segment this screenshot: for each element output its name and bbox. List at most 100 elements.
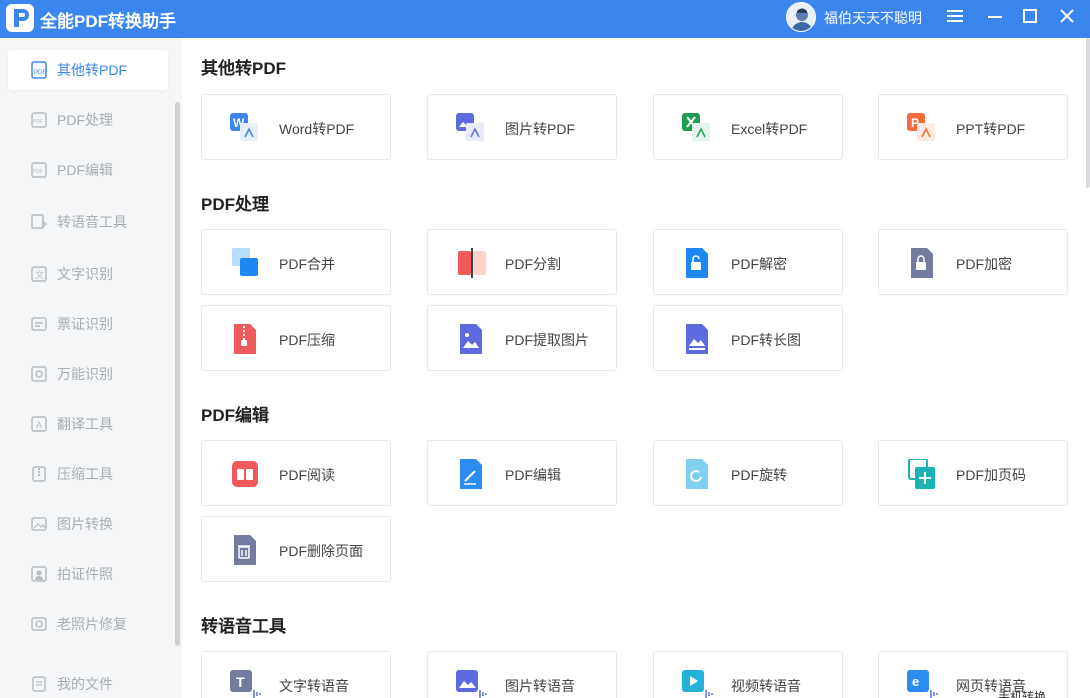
sidebar-item-other-to-pdf[interactable]: PDF 其他转PDF [8,50,168,90]
menu-icon[interactable] [940,4,970,28]
card-label: 文字转语音 [279,678,349,694]
ticket-ocr-icon [30,315,48,333]
svg-text:PDF: PDF [33,119,43,125]
sidebar-item-label: 老照片修复 [57,616,127,632]
card-label: Word转PDF [279,121,355,137]
card-label: PPT转PDF [956,121,1026,137]
sidebar-item-label: 拍证件照 [57,566,113,582]
card-label: PDF删除页面 [279,543,363,559]
split-icon [456,248,488,278]
card-word-to-pdf[interactable]: W Word转PDF [201,94,391,160]
main-scrollbar[interactable] [1086,38,1090,188]
card-label: PDF提取图片 [505,332,589,348]
section-title-pdf-process: PDF处理 [201,195,269,214]
sidebar-scrollbar[interactable] [175,102,180,646]
card-label: PDF转长图 [731,332,801,348]
user-name[interactable]: 福伯天天不聪明 [824,8,922,28]
card-label: PDF解密 [731,256,787,272]
sidebar-item-label: 票证识别 [57,316,113,332]
card-ppt-to-pdf[interactable]: P PPT转PDF [878,94,1068,160]
card-label: 图片转语音 [505,678,575,694]
main-content: 其他转PDF W Word转PDF 图片转PDF Excel转PDF P PPT… [182,38,1090,698]
sidebar-item-pdf-process[interactable]: PDF PDF处理 [8,100,168,140]
card-label: PDF压缩 [279,332,335,348]
svg-text:PDF: PDF [34,70,46,76]
card-pdf-add-page-numbers[interactable]: PDF加页码 [878,440,1068,506]
sidebar-item-universal-ocr[interactable]: 万能识别 [8,354,168,394]
trash-icon [230,535,262,565]
maximize-icon[interactable] [1015,4,1045,28]
sidebar-item-my-files[interactable]: 我的文件 [8,664,168,698]
sidebar-item-photo-repair[interactable]: 老照片修复 [8,604,168,644]
sidebar-item-pdf-edit[interactable]: PDF PDF编辑 [8,150,168,190]
translate-icon: A [30,415,48,433]
sidebar-item-label: PDF编辑 [57,162,113,178]
card-video-to-speech[interactable]: 视频转语音 [653,651,843,698]
edit-icon [456,459,488,489]
close-icon[interactable] [1052,4,1082,28]
image-convert-icon [30,515,48,533]
image-extract-icon [456,324,488,354]
card-label: 图片转PDF [505,121,575,137]
card-image-to-pdf[interactable]: 图片转PDF [427,94,617,160]
sidebar-item-voice-tools[interactable]: 转语音工具 [8,202,168,242]
ppt-icon: P [907,113,939,143]
sidebar-item-translate[interactable]: A 翻译工具 [8,404,168,444]
app-logo-icon [6,4,34,32]
svg-text:T: T [236,674,245,690]
card-label: PDF编辑 [505,467,561,483]
svg-text:e: e [912,674,919,689]
photo-repair-icon [30,615,48,633]
sidebar-item-label: 万能识别 [57,366,113,382]
card-pdf-decrypt[interactable]: PDF解密 [653,229,843,295]
card-image-to-speech[interactable]: 图片转语音 [427,651,617,698]
sidebar-item-label: 转语音工具 [57,214,127,230]
minimize-icon[interactable] [980,4,1010,28]
user-avatar[interactable] [786,2,816,32]
unlock-icon [682,248,714,278]
card-excel-to-pdf[interactable]: Excel转PDF [653,94,843,160]
pdf-process-icon: PDF [30,111,48,129]
sidebar-item-label: 翻译工具 [57,416,113,432]
sidebar-item-label: 我的文件 [57,676,113,692]
card-label: PDF旋转 [731,467,787,483]
card-pdf-edit[interactable]: PDF编辑 [427,440,617,506]
card-label: PDF加密 [956,256,1012,272]
card-text-to-speech[interactable]: T 文字转语音 [201,651,391,698]
card-pdf-compress[interactable]: PDF压缩 [201,305,391,371]
card-label: PDF阅读 [279,467,335,483]
universal-ocr-icon [30,365,48,383]
svg-text:文: 文 [35,269,44,280]
voice-icon [30,213,48,231]
excel-icon [682,113,714,143]
sidebar-item-label: 文字识别 [57,266,113,282]
sidebar: PDF 其他转PDF PDF PDF处理 PDF PDF编辑 转语音工具 文 文… [0,38,182,698]
card-label: PDF加页码 [956,467,1026,483]
merge-icon [230,248,262,278]
card-pdf-merge[interactable]: PDF合并 [201,229,391,295]
sidebar-item-ticket-ocr[interactable]: 票证识别 [8,304,168,344]
card-label: PDF合并 [279,256,335,272]
card-label: 视频转语音 [731,678,801,694]
sidebar-item-image-convert[interactable]: 图片转换 [8,504,168,544]
card-pdf-rotate[interactable]: PDF旋转 [653,440,843,506]
sidebar-item-label: 其他转PDF [57,62,127,78]
card-pdf-to-long-image[interactable]: PDF转长图 [653,305,843,371]
section-title-other-to-pdf: 其他转PDF [201,59,286,78]
card-pdf-split[interactable]: PDF分割 [427,229,617,295]
sidebar-item-compress[interactable]: 压缩工具 [8,454,168,494]
webpage-speech-icon: e [907,670,939,698]
sidebar-item-id-photo[interactable]: 拍证件照 [8,554,168,594]
pdf-edit-icon: PDF [30,161,48,179]
card-pdf-delete-pages[interactable]: PDF删除页面 [201,516,391,582]
rotate-icon [682,459,714,489]
sidebar-item-label: 压缩工具 [57,466,113,482]
card-pdf-read[interactable]: PDF阅读 [201,440,391,506]
sidebar-item-text-ocr[interactable]: 文 文字识别 [8,254,168,294]
card-label: PDF分割 [505,256,561,272]
section-title-pdf-edit: PDF编辑 [201,406,269,425]
card-pdf-encrypt[interactable]: PDF加密 [878,229,1068,295]
card-pdf-extract-images[interactable]: PDF提取图片 [427,305,617,371]
mobile-convert-text[interactable]: 手机转换 [998,688,1046,698]
image-speech-icon [456,670,488,698]
